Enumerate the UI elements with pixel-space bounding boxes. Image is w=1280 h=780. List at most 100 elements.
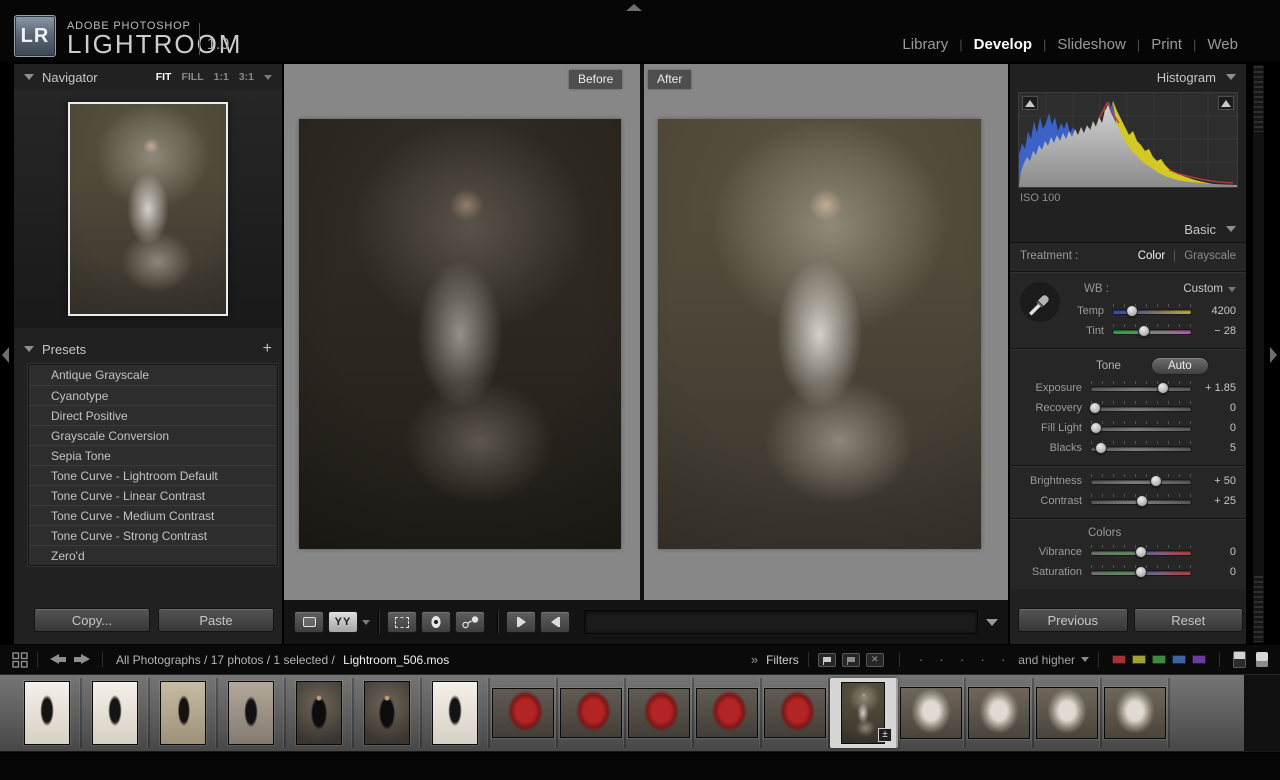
slider-track[interactable]: [1090, 386, 1192, 392]
exposure-slider-row[interactable]: Exposure + 1.85: [1010, 378, 1246, 398]
preset-item[interactable]: Tone Curve - Strong Contrast: [29, 525, 277, 545]
slider-thumb[interactable]: [1089, 402, 1101, 414]
preset-item[interactable]: Tone Curve - Linear Contrast: [29, 485, 277, 505]
before-after-view-button[interactable]: YY: [328, 611, 358, 633]
collapse-right-panel-arrow-icon[interactable]: [1270, 347, 1277, 363]
color-label-swatch[interactable]: [1172, 655, 1186, 664]
disclosure-triangle-icon[interactable]: [24, 74, 34, 80]
filmstrip-thumbnail[interactable]: [490, 678, 558, 748]
basic-header[interactable]: Basic: [1010, 216, 1246, 242]
collapse-left-panel-arrow-icon[interactable]: [2, 347, 9, 363]
filmstrip-thumbnail[interactable]: [898, 678, 966, 748]
slider-value[interactable]: − 28: [1192, 325, 1236, 337]
module-slideshow[interactable]: Slideshow: [1055, 36, 1127, 53]
paste-button[interactable]: Paste: [158, 608, 274, 632]
color-label-swatch[interactable]: [1192, 655, 1206, 664]
preset-item[interactable]: Zero'd: [29, 545, 277, 565]
preset-item[interactable]: Tone Curve - Medium Contrast: [29, 505, 277, 525]
filmstrip-thumbnail[interactable]: [558, 678, 626, 748]
snapshot-dropdown[interactable]: [584, 610, 978, 634]
collapse-top-panel-arrow-icon[interactable]: [626, 4, 642, 11]
filmstrip-thumbnail[interactable]: [1102, 678, 1170, 748]
crop-overlay-button[interactable]: [387, 611, 417, 633]
spot-removal-button[interactable]: [455, 611, 485, 633]
slider-thumb[interactable]: [1126, 305, 1138, 317]
preset-item[interactable]: Tone Curve - Lightroom Default: [29, 465, 277, 485]
chevron-down-icon[interactable]: [1081, 657, 1089, 662]
temp-slider-row[interactable]: Temp 4200: [1060, 301, 1246, 321]
filters-label[interactable]: Filters: [766, 653, 799, 667]
add-preset-button[interactable]: +: [263, 342, 272, 356]
dropdown-chevron-icon[interactable]: [986, 619, 998, 626]
slider-thumb[interactable]: [1150, 475, 1162, 487]
chevron-down-icon[interactable]: [264, 75, 272, 80]
flag-unflagged-filter-icon[interactable]: [842, 653, 860, 667]
filmstrip-thumbnail[interactable]: [626, 678, 694, 748]
filter-toggle-switch-icon[interactable]: [1233, 651, 1246, 668]
filmstrip-thumbnail[interactable]: ±: [830, 678, 898, 748]
slider-track[interactable]: [1090, 406, 1192, 412]
histogram-header[interactable]: Histogram: [1010, 64, 1246, 90]
copy-settings-left-button[interactable]: [540, 611, 570, 633]
recovery-slider-row[interactable]: Recovery 0: [1010, 398, 1246, 418]
brightness-slider-row[interactable]: Brightness + 50: [1010, 471, 1246, 491]
filmstrip-thumbnail[interactable]: [286, 678, 354, 748]
navigator-preview[interactable]: [14, 90, 282, 328]
slider-value[interactable]: 4200: [1192, 305, 1236, 317]
previous-button[interactable]: Previous: [1018, 608, 1128, 632]
zoom-mode-1-1[interactable]: 1:1: [214, 71, 229, 83]
shadow-clipping-indicator[interactable]: [1022, 96, 1038, 110]
color-label-swatch[interactable]: [1132, 655, 1146, 664]
treatment-color-option[interactable]: Color: [1138, 250, 1165, 262]
slider-thumb[interactable]: [1135, 546, 1147, 558]
chevrons-icon[interactable]: »: [751, 652, 758, 667]
fill-light-slider-row[interactable]: Fill Light 0: [1010, 418, 1246, 438]
red-eye-button[interactable]: [421, 611, 451, 633]
slider-thumb[interactable]: [1157, 382, 1169, 394]
filmstrip-thumbnail[interactable]: [150, 678, 218, 748]
navigator-header[interactable]: Navigator FIT FILL 1:1 3:1: [14, 64, 282, 90]
breadcrumb[interactable]: All Photographs / 17 photos / 1 selected…: [116, 653, 449, 667]
go-forward-button[interactable]: [73, 654, 90, 665]
blacks-slider-row[interactable]: Blacks 5: [1010, 438, 1246, 458]
after-photo[interactable]: [658, 119, 981, 549]
color-label-swatch[interactable]: [1112, 655, 1126, 664]
slider-thumb[interactable]: [1136, 495, 1148, 507]
slider-value[interactable]: 5: [1192, 442, 1236, 454]
filmstrip-thumbnail[interactable]: [762, 678, 830, 748]
filmstrip-thumbnail[interactable]: [694, 678, 762, 748]
slider-value[interactable]: 0: [1192, 422, 1236, 434]
disclosure-triangle-icon[interactable]: [1226, 74, 1236, 80]
filmstrip-thumbnail[interactable]: [82, 678, 150, 748]
copy-button[interactable]: Copy...: [34, 608, 150, 632]
copy-settings-right-button[interactable]: [506, 611, 536, 633]
preset-item[interactable]: Sepia Tone: [29, 445, 277, 465]
slider-thumb[interactable]: [1135, 566, 1147, 578]
flag-rejected-filter-icon[interactable]: ✕: [866, 653, 884, 667]
loupe-view-button[interactable]: [294, 611, 324, 633]
slider-thumb[interactable]: [1138, 325, 1150, 337]
preset-item[interactable]: Antique Grayscale: [29, 365, 277, 385]
zoom-mode-fill[interactable]: FILL: [181, 71, 203, 83]
slider-track[interactable]: [1112, 329, 1192, 335]
disclosure-triangle-icon[interactable]: [1226, 226, 1236, 232]
breadcrumb-source[interactable]: All Photographs / 17 photos / 1 selected…: [116, 653, 335, 667]
preset-item[interactable]: Cyanotype: [29, 385, 277, 405]
slider-value[interactable]: 0: [1192, 566, 1236, 578]
slider-thumb[interactable]: [1090, 422, 1102, 434]
wb-preset-dropdown[interactable]: Custom: [1183, 283, 1236, 295]
treatment-grayscale-option[interactable]: Grayscale: [1184, 250, 1236, 262]
white-balance-dropper-button[interactable]: [1020, 282, 1060, 322]
module-library[interactable]: Library: [900, 36, 950, 53]
contrast-slider-row[interactable]: Contrast + 25: [1010, 491, 1246, 511]
star-rating-filter[interactable]: · · · · ·: [919, 652, 1009, 667]
filmstrip-thumbnail[interactable]: [1034, 678, 1102, 748]
filmstrip-thumbnail[interactable]: [14, 678, 82, 748]
module-print[interactable]: Print: [1149, 36, 1184, 53]
view-mode-chevron-icon[interactable]: [362, 620, 370, 625]
slider-value[interactable]: + 50: [1192, 475, 1236, 487]
highlight-clipping-indicator[interactable]: [1218, 96, 1234, 110]
slider-track[interactable]: [1112, 309, 1192, 315]
slider-track[interactable]: [1090, 479, 1192, 485]
before-photo[interactable]: [299, 119, 621, 549]
